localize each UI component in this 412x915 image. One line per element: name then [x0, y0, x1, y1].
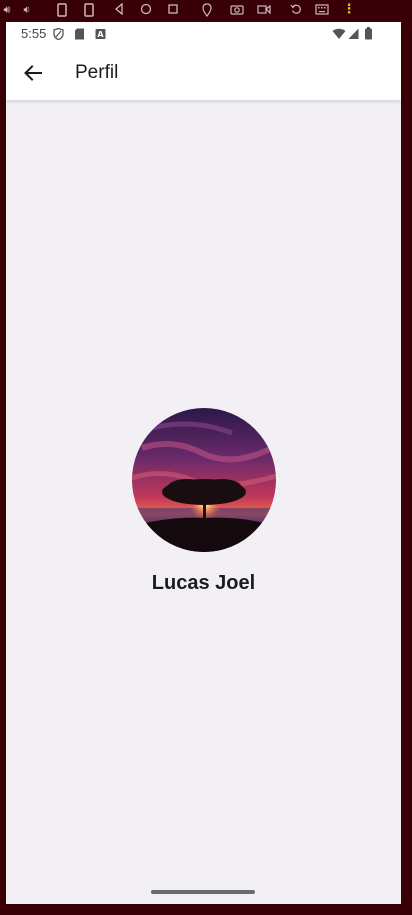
arrow-back-icon: [24, 65, 42, 81]
status-time: 5:55: [21, 26, 47, 41]
home-indicator[interactable]: [151, 890, 255, 894]
profile-section: Lucas Joel: [6, 408, 401, 595]
video-icon[interactable]: [257, 3, 271, 17]
user-name: Lucas Joel: [151, 572, 256, 594]
home-icon[interactable]: [139, 3, 153, 17]
battery-icon: [364, 27, 373, 40]
camera-icon[interactable]: [230, 3, 244, 17]
volume-up-icon[interactable]: 🔊︎: [0, 3, 14, 17]
font-icon: A: [95, 27, 106, 39]
overview-icon[interactable]: [166, 3, 180, 17]
phone-screen: 5:55 A Perfil Lucas Joel: [6, 22, 401, 904]
rotate-left-icon[interactable]: [55, 3, 69, 17]
rotate-right-icon[interactable]: [82, 3, 96, 17]
app-bar: Perfil: [6, 46, 401, 100]
signal-icon: [348, 27, 359, 39]
back-button[interactable]: [18, 58, 48, 88]
volume-down-icon[interactable]: 🔉︎: [20, 3, 34, 17]
keyboard-icon[interactable]: [315, 3, 329, 17]
avatar: [131, 408, 276, 552]
emulator-bottom-strip: [0, 904, 412, 915]
emulator-toolbar: 🔊︎ 🔉︎ ⋮: [0, 0, 412, 22]
shield-icon: [53, 27, 64, 41]
page-title: Perfil: [75, 62, 119, 83]
more-options-icon[interactable]: ⋮: [342, 3, 356, 17]
location-icon[interactable]: [200, 3, 214, 17]
svg-text:A: A: [97, 30, 104, 39]
status-bar: 5:55 A: [6, 22, 401, 46]
replay-icon[interactable]: [289, 3, 303, 17]
wifi-icon: [332, 27, 346, 39]
back-icon[interactable]: [112, 2, 126, 17]
sd-card-icon: [74, 27, 85, 40]
